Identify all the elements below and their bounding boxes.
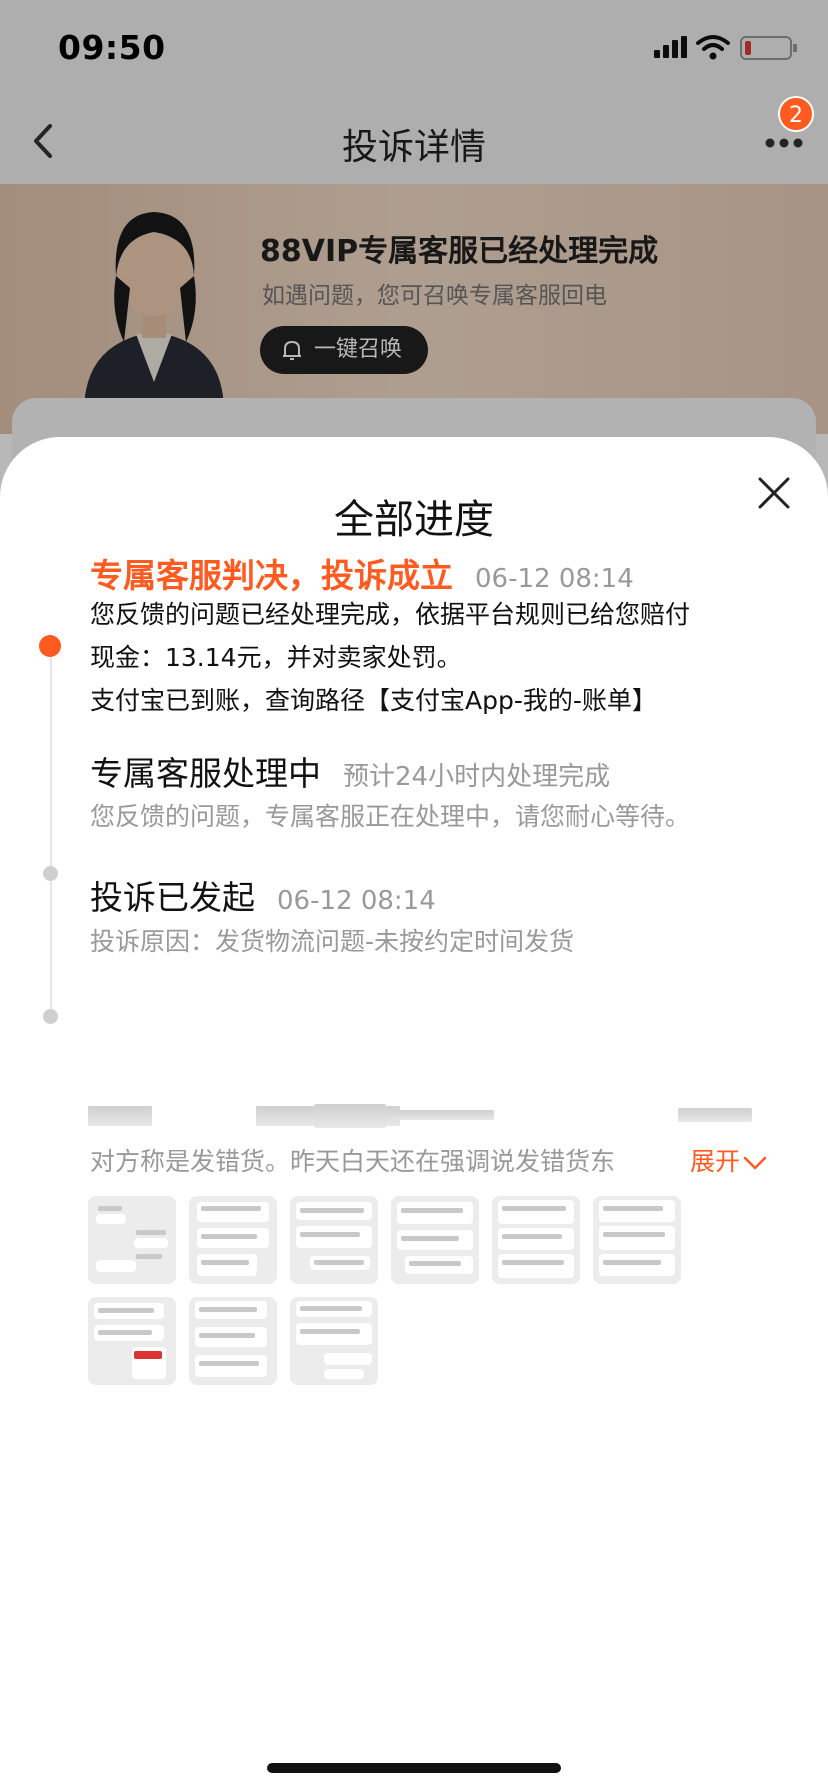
step-title: 投诉已发起 — [90, 878, 255, 917]
expand-label: 展开 — [690, 1147, 741, 1176]
step-line: 现金：13.14元，并对卖家处罚。 — [90, 643, 462, 672]
expand-button[interactable]: 展开 — [688, 1142, 769, 1178]
step-description: 您反馈的问题已经处理完成，依据平台规则已给您赔付 现金：13.14元，并对卖家处… — [90, 593, 790, 722]
redacted-text — [88, 1100, 758, 1132]
step-note: 预计24小时内处理完成 — [343, 762, 611, 792]
home-indicator[interactable] — [267, 1763, 561, 1773]
close-icon[interactable] — [754, 473, 794, 513]
evidence-thumbnail[interactable] — [88, 1196, 176, 1284]
sheet-title: 全部进度 — [334, 497, 494, 543]
timeline-dot — [43, 1009, 58, 1024]
notification-badge: 2 — [778, 96, 814, 132]
evidence-thumbnail[interactable] — [391, 1196, 479, 1284]
evidence-thumbnail[interactable] — [593, 1196, 681, 1284]
complaint-description: 对方称是发错货。昨天白天还在强调说发错货东 — [90, 1147, 616, 1176]
progress-sheet: 全部进度 专属客服判决，投诉成立 06-12 08:14 您反馈的问题已经处理完… — [0, 437, 828, 1792]
step-line: 您反馈的问题，专属客服正在处理中，请您耐心等待。 — [90, 802, 691, 831]
evidence-thumbnail[interactable] — [189, 1297, 277, 1385]
complaint-reason: 投诉原因：发货物流问题-未按约定时间发货 — [90, 927, 575, 956]
chevron-down-icon — [743, 1156, 767, 1170]
step-time: 06-12 08:14 — [475, 564, 634, 594]
step-line: 支付宝已到账，查询路径【支付宝App-我的-账单】 — [90, 686, 657, 715]
step-time: 06-12 08:14 — [277, 886, 436, 916]
step-title: 专属客服判决，投诉成立 — [90, 556, 453, 595]
step-title: 专属客服处理中 — [90, 754, 321, 793]
timeline-step-header: 投诉已发起 06-12 08:14 — [90, 871, 436, 919]
timeline-dot-active — [39, 635, 61, 657]
timeline-step-header: 专属客服判决，投诉成立 06-12 08:14 — [90, 549, 634, 597]
evidence-thumbnail[interactable] — [290, 1297, 378, 1385]
step-description: 您反馈的问题，专属客服正在处理中，请您耐心等待。 — [90, 795, 790, 838]
step-line: 您反馈的问题已经处理完成，依据平台规则已给您赔付 — [90, 600, 691, 629]
evidence-thumbnail[interactable] — [88, 1297, 176, 1385]
timeline-line — [50, 657, 52, 1009]
timeline-step-header: 专属客服处理中 预计24小时内处理完成 — [90, 747, 610, 795]
evidence-thumbnail[interactable] — [189, 1196, 277, 1284]
evidence-thumbnail[interactable] — [290, 1196, 378, 1284]
evidence-thumbnail[interactable] — [492, 1196, 580, 1284]
timeline-dot — [43, 866, 58, 881]
